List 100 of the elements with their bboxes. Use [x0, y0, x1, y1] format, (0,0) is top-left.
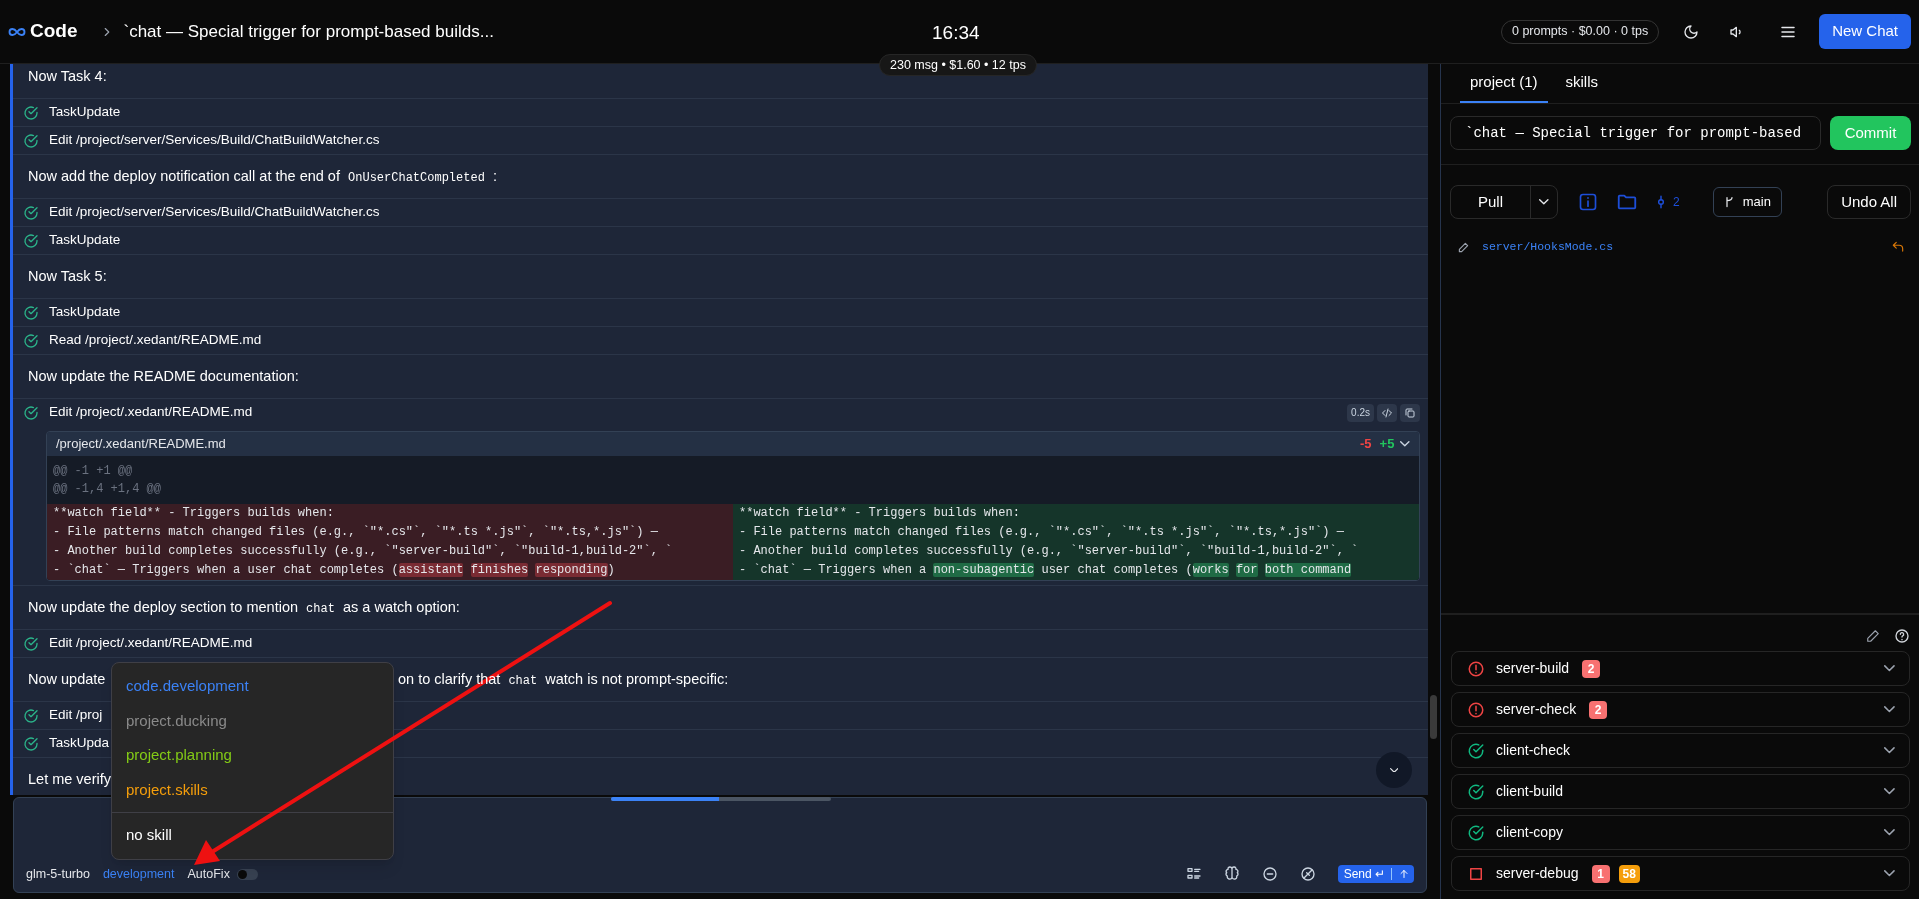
chevron-down-icon	[1539, 199, 1549, 205]
count-badge: 1	[1591, 864, 1610, 883]
diff-line: - File patterns match changed files (e.g., `"*.cs"`, `"*.ts *.js"`, `"*.ts,*.js"`) —	[52, 524, 659, 541]
message-text: Now Task 5:	[28, 266, 107, 286]
menu-item[interactable]: project.planning	[112, 738, 393, 773]
scrollbar-thumb[interactable]	[1430, 695, 1437, 739]
build-task-row[interactable]: server-build 2	[1451, 651, 1910, 686]
build-task-row[interactable]: client-build	[1451, 774, 1910, 809]
check-circle-icon	[23, 204, 39, 221]
check-circle-icon	[1467, 823, 1485, 842]
minus-circle-icon[interactable]	[1261, 866, 1278, 882]
info-icon[interactable]	[1578, 192, 1598, 212]
undo-all-button[interactable]: Undo All	[1827, 185, 1911, 219]
alert-circle-icon	[1467, 700, 1485, 719]
check-circle-icon	[1467, 741, 1485, 760]
count-badge: 2	[1582, 659, 1601, 678]
build-task-row[interactable]: client-copy	[1451, 815, 1910, 850]
branch-icon	[1723, 196, 1736, 208]
changed-file-link[interactable]: server/HooksMode.cs	[1482, 238, 1614, 256]
build-task-row[interactable]: server-debug 1 58	[1451, 856, 1910, 891]
code-icon	[1381, 406, 1393, 419]
tool-call-label[interactable]: TaskUpdate	[49, 230, 121, 251]
chat-title: `chat — Special trigger for prompt-based builds...	[123, 20, 494, 43]
diff-line: - File patterns match changed files (e.g., `"*.cs"`, `"*.ts *.js"`, `"*.ts,*.js"`) —	[738, 524, 1345, 541]
menu-item[interactable]: no skill	[112, 818, 393, 854]
chevron-down-icon	[1389, 767, 1399, 773]
plug-off-icon[interactable]	[1299, 866, 1316, 882]
autofix-label: AutoFix	[187, 865, 230, 883]
build-task-name: client-build	[1496, 782, 1563, 801]
chevron-down-icon	[1884, 870, 1895, 877]
tool-call-label[interactable]: Read /project/.xedant/README.md	[49, 330, 262, 351]
commit-message-field[interactable]: `chat — Special trigger for prompt-based	[1450, 116, 1821, 150]
arrow-up-icon	[1398, 868, 1410, 880]
moon-icon[interactable]	[1683, 23, 1700, 40]
chevron-down-icon	[1884, 747, 1895, 754]
message-text: Let me verify	[28, 769, 111, 789]
help-icon[interactable]	[1894, 628, 1910, 644]
build-task-name: server-check	[1496, 700, 1577, 719]
count-badge: 58	[1618, 864, 1640, 883]
chevron-down-icon	[1400, 441, 1410, 447]
autofix-toggle[interactable]	[236, 868, 258, 880]
hunk-header: @@ -1 +1 @@	[52, 463, 134, 480]
tool-call-label[interactable]: Edit /project/server/Services/Build/ChatBuildWatcher.cs	[49, 202, 380, 223]
chevron-down-icon	[1884, 706, 1895, 713]
tool-call-label[interactable]: TaskUpda	[49, 733, 110, 754]
build-task-row[interactable]: server-check 2	[1451, 692, 1910, 727]
session-stats: 230 msg • $1.60 • 12 tps	[879, 54, 1037, 76]
pull-split-button[interactable]: Pull	[1450, 185, 1558, 219]
message-text: Now update the README documentation:	[28, 366, 299, 386]
check-circle-icon	[23, 104, 39, 121]
check-circle-icon	[1467, 782, 1485, 801]
tool-call-label[interactable]: Edit /project/.xedant/README.md	[49, 402, 253, 423]
diff-line: - Another build completes successfully (e.g., `"server-build"`, `"build-1,build-2"`, `	[738, 543, 1360, 560]
commit-count: 2	[1673, 194, 1680, 211]
hunk-header: @@ -1,4 +1,4 @@	[52, 481, 163, 498]
skill-selector[interactable]: development	[102, 864, 175, 884]
added-count: +5	[1379, 435, 1395, 454]
alert-circle-icon	[1467, 659, 1485, 678]
diff-line: - Another build completes successfully (e.g., `"server-build"`, `"build-1,build-2"`, `	[52, 543, 674, 560]
tool-call-label[interactable]: Edit /project/.xedant/README.md	[49, 633, 253, 654]
copy-icon	[1404, 406, 1416, 419]
build-task-name: server-debug	[1496, 864, 1579, 883]
tool-call-label[interactable]: TaskUpdate	[49, 102, 121, 123]
tool-call-label[interactable]: TaskUpdate	[49, 302, 121, 323]
check-circle-icon	[23, 132, 39, 149]
tool-call-label[interactable]: Edit /project/server/Services/Build/ChatBuildWatcher.cs	[49, 130, 380, 151]
model-selector[interactable]: glm-5-turbo	[26, 864, 90, 884]
build-task-name: server-build	[1496, 659, 1570, 678]
undo-icon[interactable]	[1891, 240, 1905, 254]
menu-item[interactable]: code.development	[112, 669, 393, 704]
panel-tab[interactable]: project (1)	[1460, 63, 1548, 103]
tool-call-label[interactable]: Edit /proj	[49, 705, 103, 726]
panel-tab[interactable]: skills	[1555, 63, 1609, 103]
diff-file-name: /project/.xedant/README.md	[56, 435, 226, 454]
removed-count: -5	[1360, 435, 1372, 454]
message-text: Now update	[28, 670, 106, 687]
chevron-down-icon	[1884, 665, 1895, 672]
brain-icon[interactable]	[1223, 866, 1240, 882]
app-name: Code	[30, 19, 78, 44]
build-task-name: client-check	[1496, 741, 1570, 760]
check-circle-icon	[23, 332, 39, 349]
grid-list-icon[interactable]	[1185, 866, 1202, 882]
copy-button[interactable]	[1400, 403, 1420, 422]
clock-time: 16:34	[932, 21, 980, 45]
menu-item[interactable]: project.ducking	[112, 703, 393, 739]
build-task-row[interactable]: client-check	[1451, 733, 1910, 768]
pencil-icon	[1458, 241, 1469, 253]
pencil-icon[interactable]	[1866, 629, 1880, 643]
new-chat-button[interactable]: New Chat	[1819, 14, 1911, 49]
duration-badge: 0.2s	[1347, 403, 1374, 422]
check-circle-icon	[23, 232, 39, 249]
build-task-name: client-copy	[1496, 823, 1563, 842]
branch-button[interactable]: main	[1712, 187, 1782, 217]
code-view-button[interactable]	[1377, 403, 1397, 422]
check-circle-icon	[23, 404, 39, 421]
check-circle-icon	[23, 635, 39, 652]
message-text: Now update the deploy section to mention chat as a watch option:	[28, 597, 460, 618]
send-button[interactable]: Send ↵	[1337, 865, 1414, 883]
check-circle-icon	[23, 304, 39, 321]
message-text: Now Task 4:	[28, 66, 107, 86]
